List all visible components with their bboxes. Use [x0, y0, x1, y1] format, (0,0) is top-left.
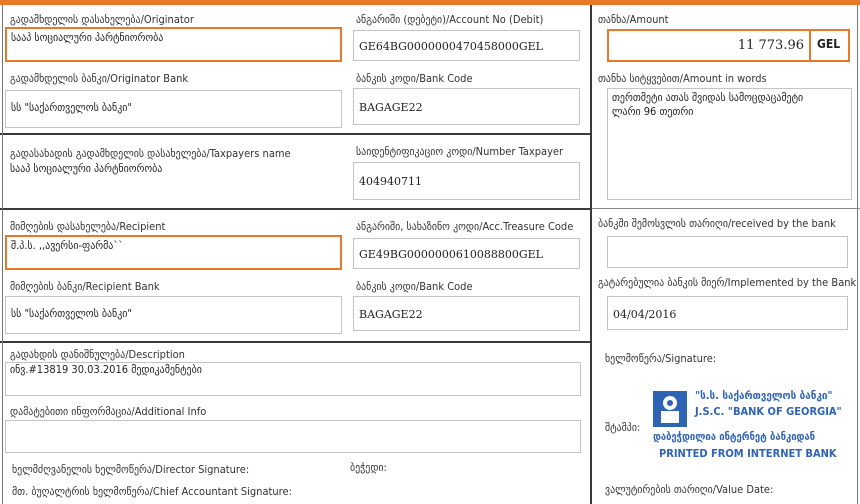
payment-order-form: { "fields": { "originator_label": "გადამ…: [0, 0, 860, 504]
amount-words-field[interactable]: თერთმეტი ათას შვიდას სამოცდაცამეტი ლარი …: [607, 88, 852, 200]
description-field[interactable]: ინვ.#13819 30.03.2016 მედიკამენტები: [5, 362, 581, 396]
recipient-bank-label: მიმღების ბანკი/Recipient Bank: [10, 280, 160, 293]
bank-stamp: "ს.ს. საქართველოს ბანკი" J.S.C. "BANK OF…: [649, 387, 852, 465]
column-divider: [2, 5, 3, 504]
currency-separator: [809, 31, 811, 60]
recipient-bank-value: სს "საქართველოს ბანკი": [11, 307, 132, 320]
stamp-label: შტამპი:: [605, 421, 641, 434]
account-treasury-label: ანგარიში, სახაზინო კოდი/Acc.Treasure Cod…: [356, 220, 574, 233]
signature-label: ხელმოწერა/Signature:: [605, 352, 717, 365]
implemented-field[interactable]: 04/04/2016: [607, 296, 848, 330]
description-value: ინვ.#13819 30.03.2016 მედიკამენტები: [10, 363, 202, 376]
amount-words-line1: თერთმეტი ათას შვიდას სამოცდაცამეტი: [612, 91, 804, 104]
stamp-line3: დაბეჭდილია ინტერნეტ ბანკიდან: [653, 431, 816, 443]
bank-code-field[interactable]: BAGAGE22: [353, 88, 580, 125]
director-signature-label: ხელმძღვანელის ხელმოწერა/Director Signatu…: [12, 463, 250, 476]
column-divider: [857, 5, 858, 504]
taxpayer-name-value: სააპ სოციალური პარტნიორობა: [10, 162, 163, 175]
bank-code2-value: BAGAGE22: [359, 308, 423, 321]
section-divider: [0, 341, 591, 343]
received-field[interactable]: [607, 236, 848, 268]
section-divider: [0, 133, 591, 135]
account-treasury-field[interactable]: GE49BG0000000610088800GEL: [353, 238, 580, 269]
originator-bank-field[interactable]: სს "საქართველოს ბანკი": [5, 90, 342, 128]
value-date-label: ვალუტირების თარიღი/Value Date:: [605, 483, 774, 496]
bank-code-value: BAGAGE22: [359, 101, 423, 114]
bank-code2-field[interactable]: BAGAGE22: [353, 296, 580, 331]
taxpayer-number-value: 404940711: [359, 175, 422, 188]
column-divider: [590, 5, 592, 504]
currency-value: GEL: [817, 37, 841, 51]
originator-field[interactable]: სააპ სოციალური პარტნიორობა: [5, 27, 342, 62]
additional-info-label: დამატებითი ინფორმაცია/Additional Info: [10, 405, 207, 418]
recipient-bank-field[interactable]: სს "საქართველოს ბანკი": [5, 296, 342, 334]
bank-logo-icon: [653, 391, 687, 427]
bank-code2-label: ბანკის კოდი/Bank Code: [356, 280, 473, 293]
amount-value: 11 773.96: [737, 38, 804, 53]
amount-field[interactable]: 11 773.96 GEL: [607, 29, 850, 62]
additional-info-field[interactable]: [5, 420, 581, 453]
account-debit-value: GE64BG0000000470458000GEL: [359, 40, 543, 53]
taxpayer-name-label: გადასახადის გადამხდელის დასახელება/Taxpa…: [10, 147, 291, 160]
amount-words-line2: ლარი 96 თეთრი: [612, 105, 694, 118]
account-debit-label: ანგარიში (დებეტი)/Account No (Debit): [356, 13, 544, 26]
recipient-label: მიმღების დასახელება/Recipient: [10, 220, 166, 233]
implemented-value: 04/04/2016: [613, 308, 677, 321]
received-label: ბანკში შემოსვლის თარიღი/received by the …: [598, 217, 836, 230]
implemented-label: გატარებულია ბანკის მიერ/Implemented by t…: [598, 276, 857, 289]
seal-label: ბეჭედი:: [350, 461, 387, 474]
recipient-value: შ.პ.ს. ,,ავერსი-ფარმა``: [11, 239, 124, 252]
account-treasury-value: GE49BG0000000610088800GEL: [359, 248, 543, 261]
amount-label: თანხა/Amount: [598, 13, 669, 26]
description-label: გადახდის დანიშნულება/Description: [10, 348, 185, 361]
top-accent-bar: [0, 0, 860, 5]
chief-accountant-signature-label: მთ. ბუღალტრის ხელმოწერა/Chief Accountant…: [12, 485, 292, 498]
account-debit-field[interactable]: GE64BG0000000470458000GEL: [353, 30, 580, 61]
originator-bank-label: გადამხდელის ბანკი/Originator Bank: [10, 72, 189, 85]
taxpayer-number-label: საიდენტიფიკაციო კოდი/Number Taxpayer: [356, 145, 564, 158]
amount-words-label: თანხა სიტყვებით/Amount in words: [598, 72, 767, 85]
section-divider: [592, 208, 860, 209]
originator-value: სააპ სოციალური პარტნიორობა: [11, 31, 164, 44]
stamp-line1: "ს.ს. საქართველოს ბანკი": [695, 389, 833, 402]
bank-code-label: ბანკის კოდი/Bank Code: [356, 72, 473, 85]
stamp-line2: J.S.C. "BANK OF GEORGIA": [695, 405, 842, 418]
originator-label: გადამხდელის დასახელება/Originator: [10, 13, 194, 26]
recipient-field[interactable]: შ.პ.ს. ,,ავერსი-ფარმა``: [5, 235, 342, 270]
taxpayer-number-field[interactable]: 404940711: [353, 162, 580, 200]
originator-bank-value: სს "საქართველოს ბანკი": [11, 101, 132, 114]
section-divider: [0, 208, 591, 210]
stamp-line4: PRINTED FROM INTERNET BANK: [659, 447, 837, 460]
